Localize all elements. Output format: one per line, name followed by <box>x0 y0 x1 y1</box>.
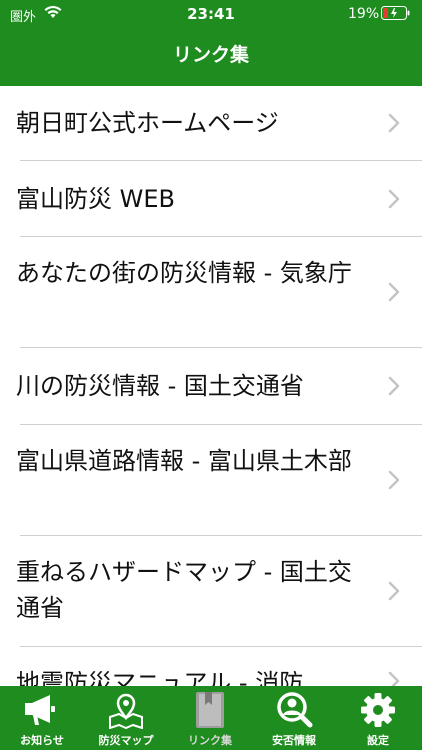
chevron-right-icon <box>388 581 400 601</box>
link-label: 地震防災マニュアル - 消防 <box>16 669 304 686</box>
tab-notices[interactable]: お知らせ <box>0 686 84 750</box>
chevron-right-icon <box>388 671 400 686</box>
chevron-right-icon <box>388 113 400 133</box>
tab-label: 設定 <box>367 734 389 747</box>
link-label: 富山防災 WEB <box>16 185 175 213</box>
link-label: 重ねるハザードマップ - 国土交通省 <box>16 558 352 622</box>
status-bar: 圏外 23:41 19% <box>0 0 422 28</box>
navigation-bar: 圏外 23:41 19% リンク集 <box>0 0 422 86</box>
chevron-right-icon <box>388 470 400 490</box>
chevron-right-icon <box>388 282 400 302</box>
tab-label: お知らせ <box>20 734 64 747</box>
chevron-right-icon <box>388 189 400 209</box>
page-title: リンク集 <box>172 44 249 66</box>
battery-icon <box>381 6 411 20</box>
map-pin-icon <box>109 693 143 729</box>
battery-percent: 19% <box>348 6 380 22</box>
link-row-river-info[interactable]: 川の防災情報 - 国土交通省 <box>0 348 422 424</box>
gear-icon <box>361 693 395 727</box>
link-row-toyama-road[interactable]: 富山県道路情報 - 富山県土木部 <box>0 425 422 535</box>
bookmark-book-icon <box>196 692 224 728</box>
tab-label: 防災マップ <box>98 734 154 747</box>
megaphone-icon <box>25 695 55 725</box>
link-label: 川の防災情報 - 国土交通省 <box>16 372 304 400</box>
tab-label: 安否情報 <box>272 734 316 747</box>
link-label: あなたの街の防災情報 - 気象庁 <box>16 259 352 287</box>
link-label: 富山県道路情報 - 富山県土木部 <box>16 447 352 475</box>
tab-disaster-map[interactable]: 防災マップ <box>84 686 168 750</box>
search-person-icon <box>277 692 313 728</box>
link-row-asahi-town[interactable]: 朝日町公式ホームページ <box>0 86 422 160</box>
link-list: 朝日町公式ホームページ 富山防災 WEB あなたの街の防災情報 - 気象庁 川の… <box>0 86 422 686</box>
chevron-right-icon <box>388 376 400 396</box>
tab-settings[interactable]: 設定 <box>336 686 420 750</box>
tab-bar: お知らせ 防災マップ リンク集 安否情報 設定 <box>0 686 422 750</box>
link-label: 朝日町公式ホームページ <box>16 109 279 137</box>
link-row-hazard-map[interactable]: 重ねるハザードマップ - 国土交通省 <box>0 536 422 646</box>
link-row-toyama-bousai[interactable]: 富山防災 WEB <box>0 161 422 236</box>
link-row-earthquake-manual[interactable]: 地震防災マニュアル - 消防 <box>0 647 422 686</box>
link-row-jma[interactable]: あなたの街の防災情報 - 気象庁 <box>0 237 422 347</box>
tab-safety-info[interactable]: 安否情報 <box>252 686 336 750</box>
tab-label: リンク集 <box>188 734 232 747</box>
tab-links[interactable]: リンク集 <box>168 686 252 750</box>
